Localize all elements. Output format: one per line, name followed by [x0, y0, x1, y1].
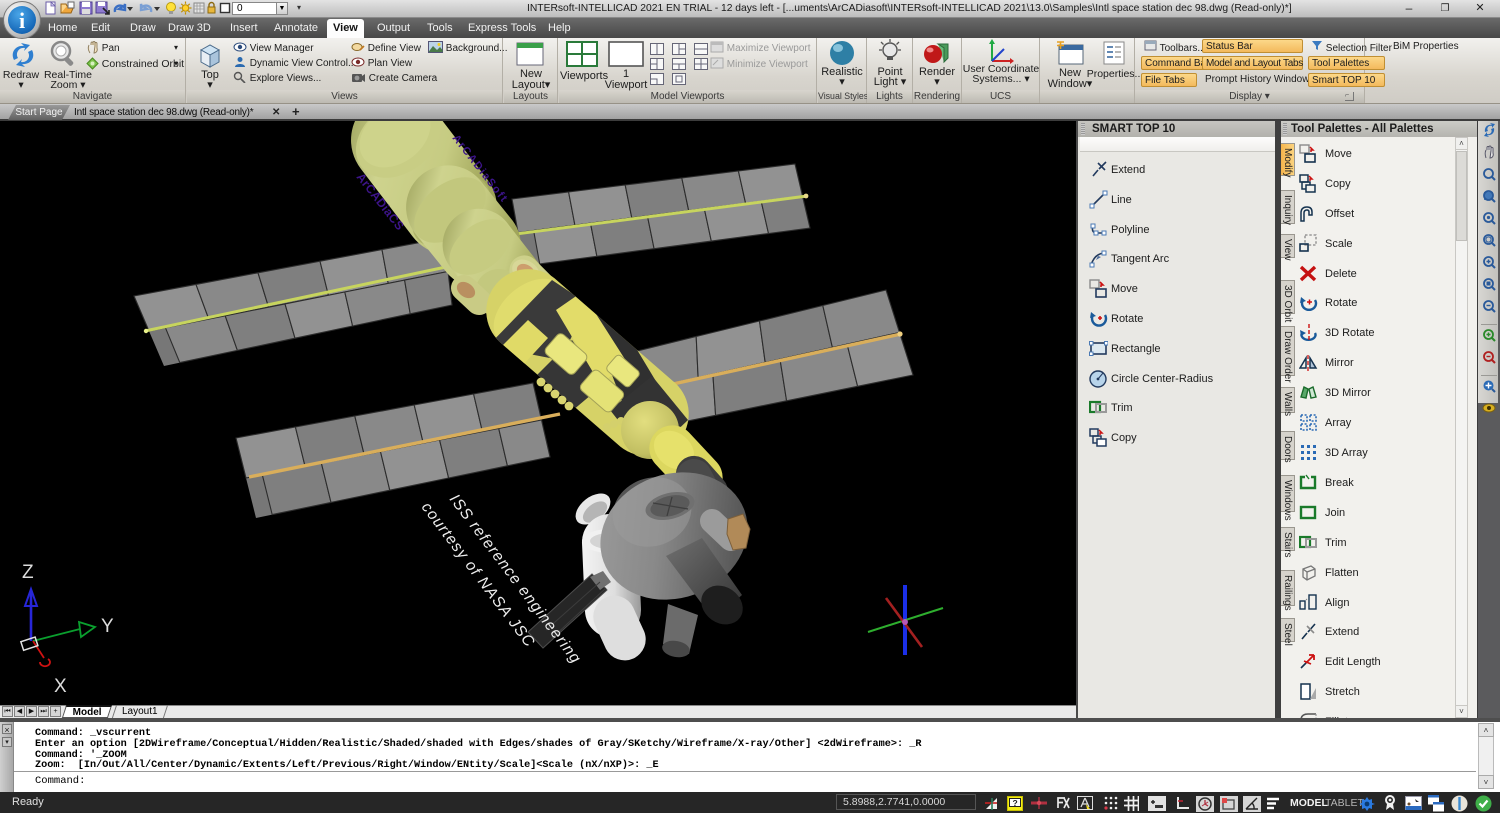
svg-text:Z: Z — [22, 562, 34, 583]
svg-text:X: X — [54, 676, 67, 697]
svg-text:Y: Y — [101, 616, 114, 637]
svg-text:?: ? — [1013, 798, 1018, 808]
